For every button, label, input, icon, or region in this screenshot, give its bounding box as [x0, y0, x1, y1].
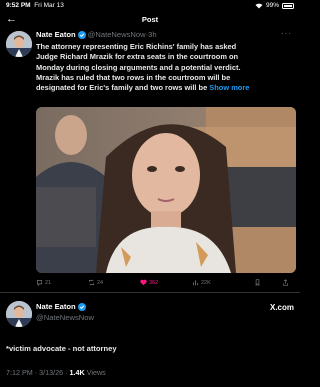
battery-percent: 99% — [265, 2, 279, 9]
reply-author-line: Nate Eaton — [36, 302, 88, 312]
status-right: 99% — [255, 2, 294, 9]
reply-views-label: Views — [86, 368, 106, 377]
repost-icon — [89, 279, 94, 286]
verified-badge-icon — [77, 303, 86, 311]
battery-icon — [282, 2, 294, 9]
show-more-link[interactable]: Show more — [209, 83, 249, 92]
views-button[interactable]: 22K — [192, 279, 211, 286]
post-text-line: designated for Eric's family and two row… — [36, 83, 250, 93]
author-name[interactable]: Nate Eaton — [36, 30, 76, 40]
post-actions: 21 24 362 22K — [36, 279, 296, 289]
reply-meta: 7:12 PM · 3/13/26 · 1.4K Views — [6, 368, 106, 377]
post-text-line: Monday during closing arguments and a po… — [36, 62, 241, 72]
post-text-line: Judge Richard Mrazik for extra seats in … — [36, 52, 239, 62]
reply-date: 3/13/26 — [39, 368, 64, 377]
author-line: Nate Eaton @NateNewsNow · 3h — [36, 30, 157, 40]
reply-time: 7:12 PM — [6, 368, 33, 377]
views-count: 22K — [201, 279, 211, 286]
reply-button[interactable]: 21 — [36, 279, 51, 286]
bookmark-button[interactable] — [254, 279, 261, 286]
page-title: Post — [141, 15, 159, 24]
status-bar: 9:52 PM Fri Mar 13 99% — [0, 0, 300, 12]
author-handle[interactable]: @NateNewsNow — [88, 30, 146, 40]
reply-author-avatar[interactable] — [6, 301, 32, 327]
verified-badge-icon — [77, 31, 86, 39]
like-count: 362 — [149, 279, 159, 286]
divider — [0, 292, 300, 293]
post-text-line: The attorney representing Eric Richins' … — [36, 42, 237, 51]
more-options-icon[interactable]: ··· — [281, 29, 292, 38]
post-video[interactable] — [36, 107, 296, 273]
reply-text: *victim advocate - not attorney — [6, 344, 117, 353]
bookmark-icon — [255, 279, 260, 286]
wifi-icon — [255, 3, 263, 8]
views-chart-icon — [192, 280, 199, 286]
heart-icon — [140, 279, 147, 286]
like-button[interactable]: 362 — [140, 279, 158, 286]
repost-count: 24 — [97, 279, 104, 286]
reply-icon — [37, 280, 42, 286]
reply-author-handle[interactable]: @NateNewsNow — [36, 313, 94, 322]
source-label[interactable]: X.com — [270, 303, 294, 312]
post-text: The attorney representing Eric Richins' … — [36, 42, 294, 93]
top-bar: ← Post — [0, 12, 300, 28]
reply-views-count: 1.4K — [69, 368, 85, 377]
repost-button[interactable]: 24 — [88, 279, 103, 286]
post-text-line: Mrazik has ruled that two rows in the co… — [36, 72, 231, 82]
status-time: 9:52 PM Fri Mar 13 — [6, 2, 64, 9]
share-button[interactable] — [282, 279, 289, 286]
post-age: 3h — [148, 30, 157, 39]
share-icon — [283, 279, 288, 286]
author-avatar[interactable] — [6, 31, 32, 57]
reply-author-name[interactable]: Nate Eaton — [36, 302, 76, 312]
reply-count: 21 — [45, 279, 52, 286]
